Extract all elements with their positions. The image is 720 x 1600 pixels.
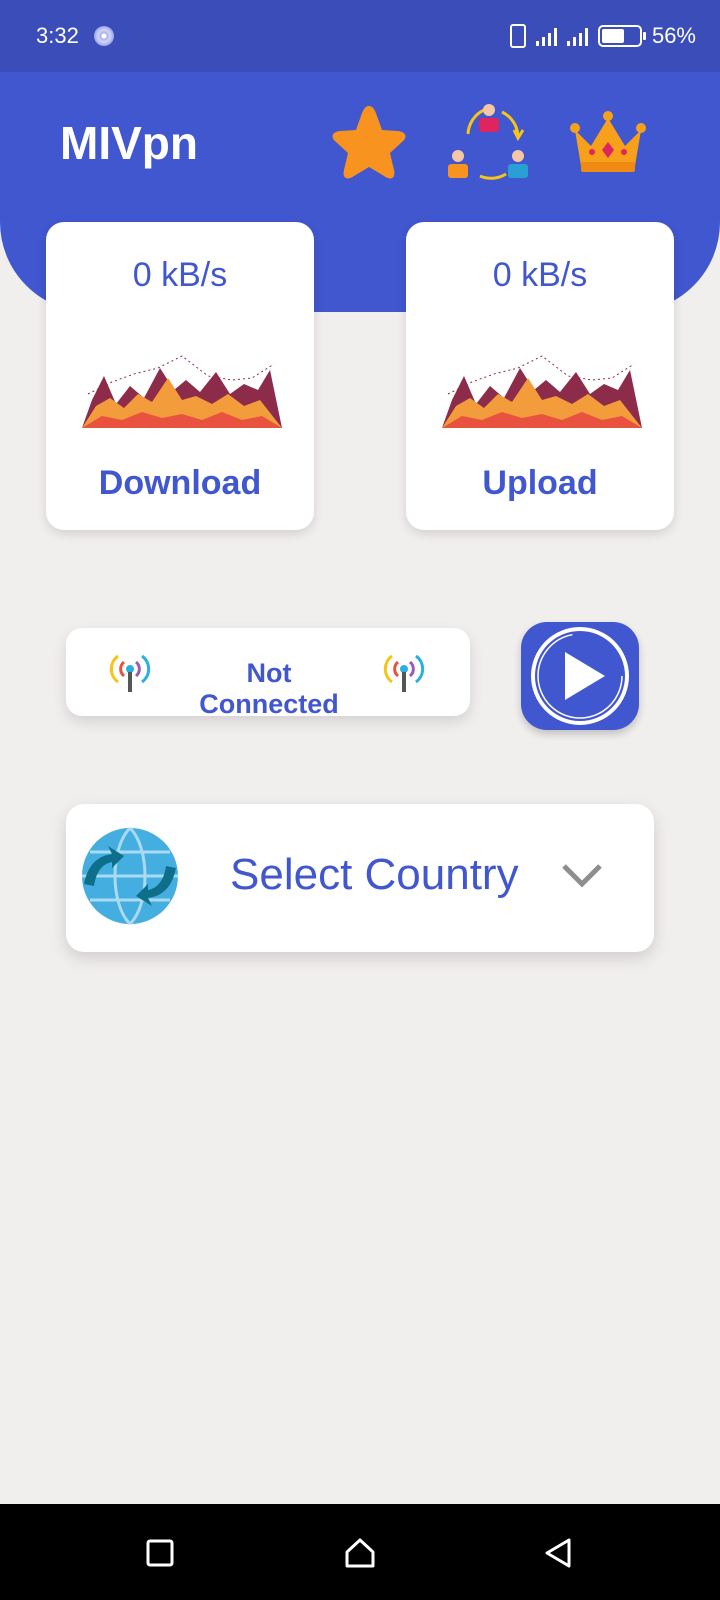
connect-button[interactable] — [521, 622, 639, 730]
home-icon[interactable] — [343, 1536, 377, 1570]
share-people-icon[interactable] — [446, 100, 532, 186]
recents-icon[interactable] — [143, 1536, 177, 1570]
upload-label: Upload — [482, 464, 598, 502]
status-bar: 3:32 56% — [0, 0, 720, 72]
status-time: 3:32 — [36, 23, 79, 48]
globe-icon — [82, 826, 178, 926]
download-graph-icon — [82, 355, 282, 428]
chevron-down-icon — [562, 864, 602, 888]
crown-icon[interactable] — [565, 100, 651, 186]
battery-percent: 56% — [651, 23, 696, 48]
select-country-text: Select Country — [230, 850, 519, 899]
back-icon[interactable] — [541, 1536, 575, 1570]
download-label: Download — [98, 464, 262, 502]
upload-speed: 0 kB/s — [492, 256, 588, 294]
navigation-bar — [0, 1504, 720, 1600]
download-card: 0 kB/s Download — [46, 222, 314, 530]
status-right: 56% — [509, 23, 696, 49]
antenna-icon — [109, 654, 151, 692]
phone-icon — [509, 24, 526, 48]
star-icon[interactable] — [326, 100, 412, 186]
battery-icon — [597, 25, 646, 47]
connection-status-text: Not Connected — [199, 658, 339, 719]
signal-2-icon — [566, 26, 588, 46]
signal-1-icon — [535, 26, 557, 46]
app-title: MIVpn — [60, 117, 198, 169]
upload-graph-icon — [442, 355, 642, 428]
download-speed: 0 kB/s — [132, 256, 228, 294]
upload-card: 0 kB/s Upload — [406, 222, 674, 530]
connection-status-pill: Not Connected — [66, 628, 470, 719]
antenna-icon — [383, 654, 425, 692]
play-icon — [531, 627, 629, 725]
notification-dot-icon — [94, 26, 114, 46]
select-country-dropdown[interactable]: Select Country — [66, 804, 654, 952]
